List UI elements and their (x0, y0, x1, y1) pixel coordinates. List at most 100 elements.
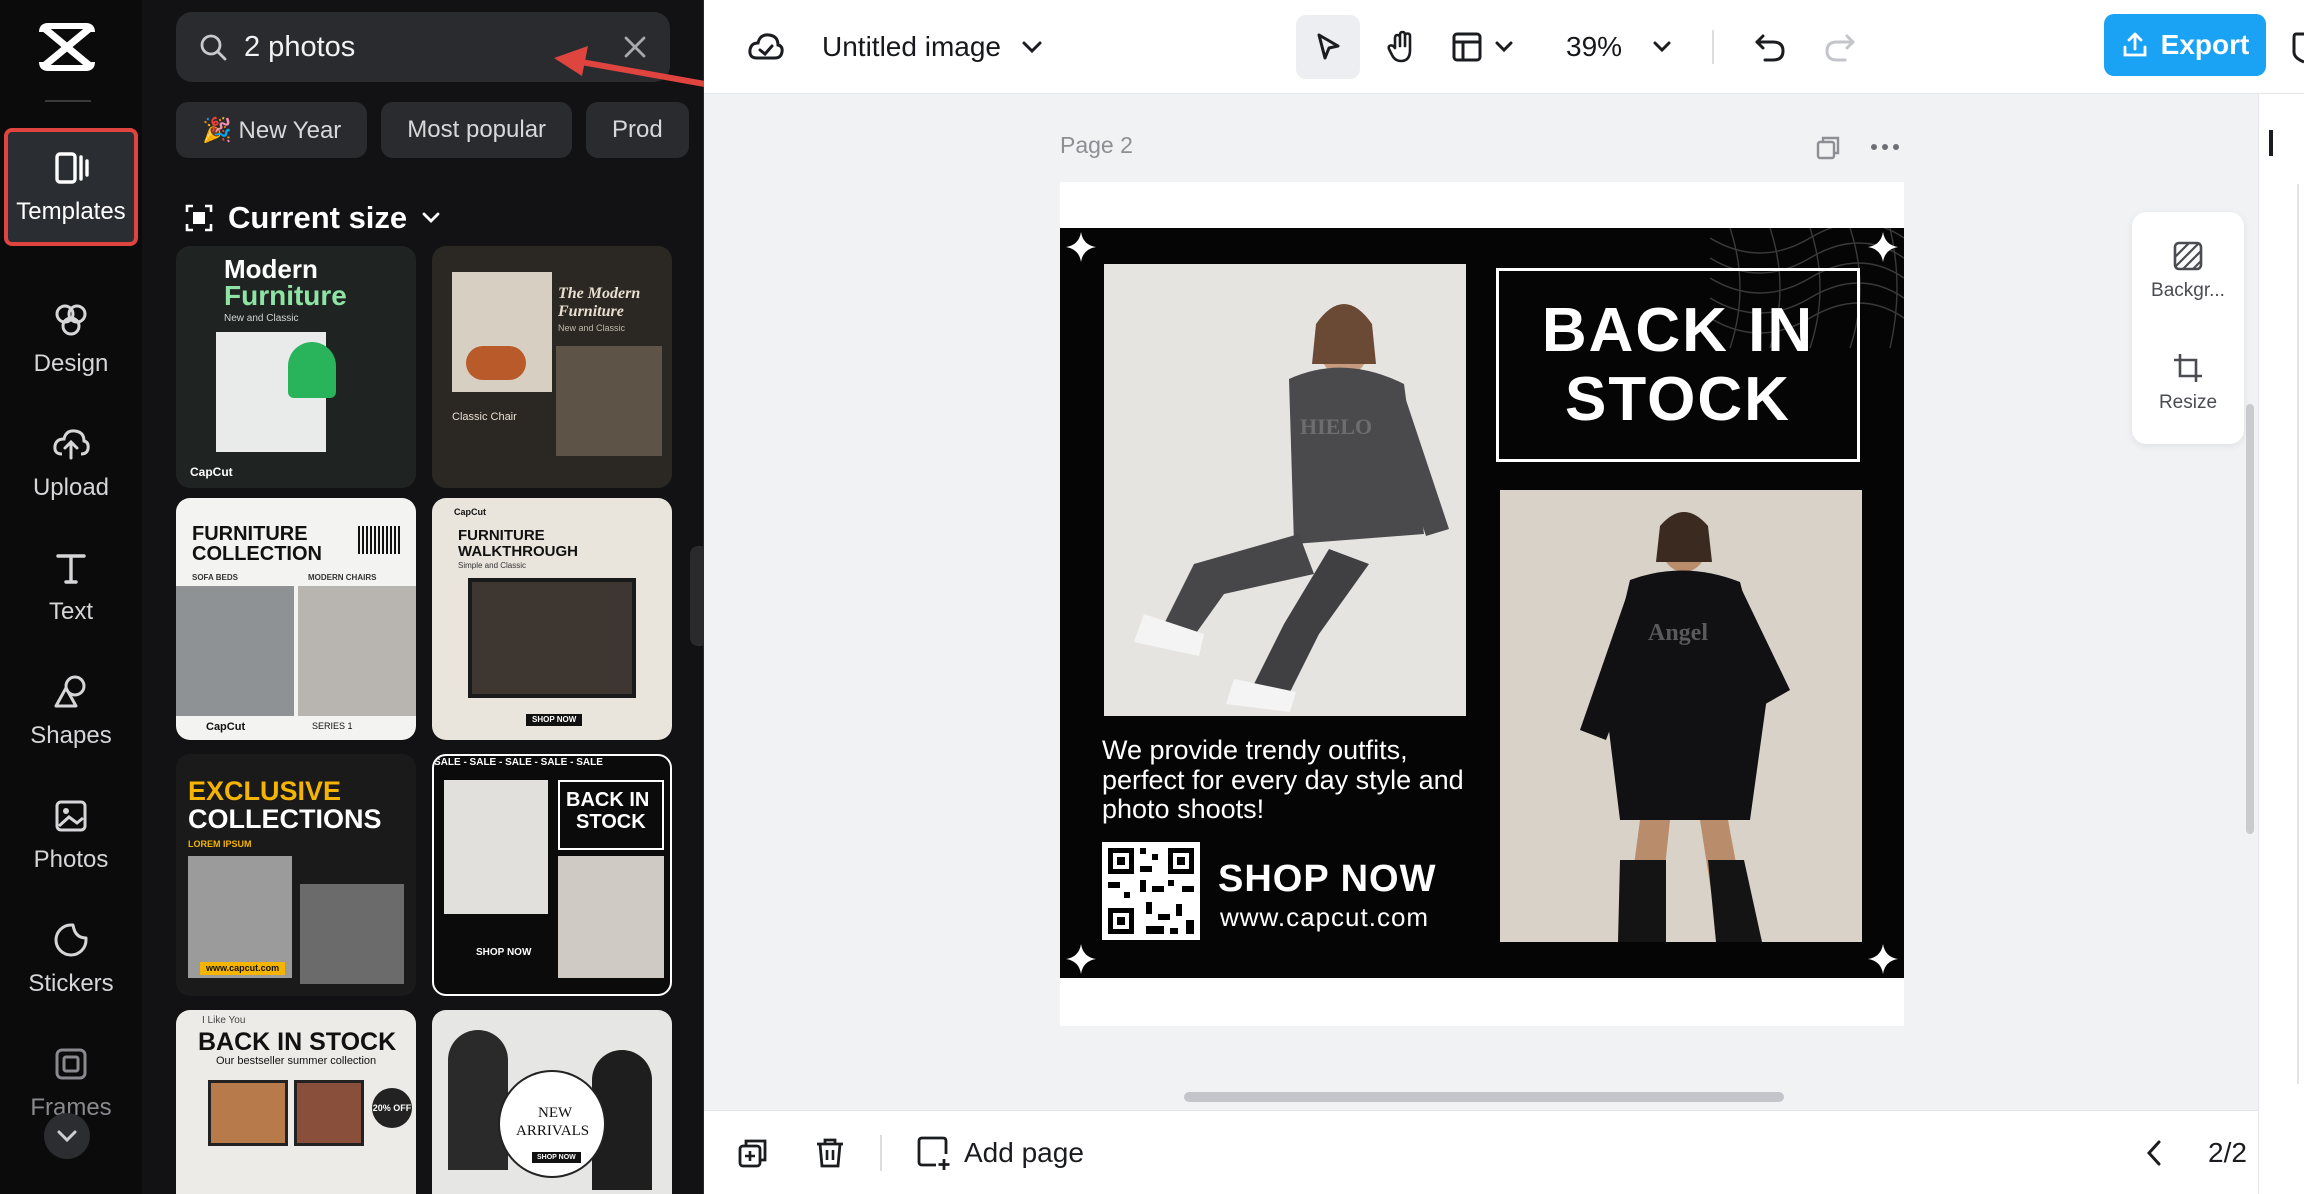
add-page-button[interactable]: Add page (916, 1111, 1084, 1194)
horizontal-scrollbar[interactable] (1184, 1092, 1784, 1102)
template-card[interactable]: FURNITURE COLLECTION SOFA BEDS MODERN CH… (176, 498, 416, 740)
poster-photo-1[interactable]: HIELO (1104, 264, 1466, 716)
chevron-down-icon (1495, 41, 1513, 53)
rail-label: Photos (33, 846, 109, 873)
shield-icon[interactable] (2292, 30, 2304, 64)
template-cta: SHOP NOW (476, 947, 532, 958)
rail-divider (45, 100, 91, 102)
template-photo (176, 586, 294, 716)
poster-design[interactable]: HIELO BACK IN STOCK Angel We provide tre… (1060, 228, 1904, 978)
stickers-icon (54, 923, 88, 957)
poster-photo-2[interactable]: Angel (1500, 490, 1862, 942)
rail-label: Shapes (30, 722, 112, 749)
poster-blurb[interactable]: We provide trendy outfits, perfect for e… (1102, 735, 1482, 825)
template-card[interactable]: EXCLUSIVE COLLECTIONS LOREM IPSUM www.ca… (176, 754, 416, 996)
resize-button[interactable]: Resize (2132, 328, 2244, 438)
template-card[interactable]: I Like You BACK IN STOCK Our bestseller … (176, 1010, 416, 1194)
chip-product[interactable]: Prod (586, 102, 689, 158)
template-cta: SHOP NOW (526, 714, 583, 726)
rail-item-upload[interactable]: Upload (4, 404, 138, 522)
qr-code-icon[interactable] (1102, 842, 1200, 940)
size-filter[interactable]: Current size (184, 200, 441, 236)
template-title: BACK IN (566, 789, 650, 811)
template-title: STOCK (576, 811, 646, 833)
rail-item-design[interactable]: Design (4, 280, 138, 398)
template-card[interactable]: NEW ARRIVALS SHOP NOW (432, 1010, 672, 1194)
template-card[interactable]: FURNITURE WALKTHROUGH Simple and Classic… (432, 498, 672, 740)
select-tool-button[interactable] (1296, 15, 1360, 79)
add-page-icon (917, 1136, 950, 1170)
hand-tool-button[interactable] (1370, 15, 1434, 79)
search-icon (200, 34, 227, 61)
design-icon (55, 304, 87, 336)
template-title: FURNITURE (458, 527, 545, 544)
template-card[interactable]: The Modern Furniture New and Classic Cla… (432, 246, 672, 488)
duplicate-page-icon[interactable] (1814, 134, 1842, 162)
template-title: Furniture (558, 303, 624, 320)
page-more-icon[interactable] (1870, 142, 1900, 152)
template-photo (448, 1030, 508, 1170)
add-page-label: Add page (964, 1137, 1084, 1168)
cloud-sync-icon[interactable] (746, 30, 786, 64)
rail-item-stickers[interactable]: Stickers (4, 900, 138, 1018)
template-caption: SOFA BEDS (192, 573, 238, 582)
panel-collapse-handle[interactable] (690, 546, 703, 646)
delete-icon[interactable] (814, 1136, 846, 1170)
document-title: Untitled image (822, 31, 1001, 62)
template-title: BACK IN STOCK (198, 1028, 397, 1056)
template-card[interactable]: Modern Furniture New and Classic CapCut (176, 246, 416, 488)
sparkle-icon (1066, 944, 1096, 974)
export-button[interactable]: Export (2104, 14, 2266, 76)
undo-button[interactable] (1738, 15, 1802, 79)
annotation-arrow-icon (554, 46, 719, 89)
chip-most-popular[interactable]: Most popular (381, 102, 573, 158)
template-brand: CapCut (454, 507, 486, 517)
sparkle-icon (1868, 232, 1898, 262)
background-button[interactable]: Backgr... (2132, 216, 2244, 326)
upload-icon (53, 429, 90, 460)
headline-box[interactable]: BACK IN STOCK (1496, 268, 1860, 462)
redo-button[interactable] (1808, 15, 1872, 79)
rail-item-photos[interactable]: Photos (4, 776, 138, 894)
sparkle-icon (1868, 944, 1898, 974)
poster-cta[interactable]: SHOP NOW (1218, 858, 1436, 901)
chip-new-year[interactable]: 🎉 New Year (176, 102, 368, 158)
undo-icon (1755, 34, 1785, 62)
left-rail: Templates Design Upload Text Shapes Phot… (0, 0, 142, 1194)
template-chair (466, 346, 526, 380)
right-panel-edge (2258, 94, 2304, 1194)
rail-label: Templates (16, 198, 126, 225)
page-sheet[interactable]: HIELO BACK IN STOCK Angel We provide tre… (1060, 182, 1904, 1026)
document-title-dropdown[interactable]: Untitled image (822, 0, 1043, 94)
template-badge: 20% OFF (372, 1088, 412, 1128)
zoom-dropdown[interactable]: 39% (1566, 0, 1672, 94)
layers-tab-edge[interactable] (2269, 130, 2273, 156)
template-brand: CapCut (190, 465, 233, 479)
layout-dropdown[interactable] (1450, 0, 1514, 94)
rail-more-button[interactable] (44, 1113, 90, 1159)
capcut-logo-icon[interactable] (38, 22, 96, 72)
template-photo (300, 884, 404, 984)
template-title: EXCLUSIVE (188, 776, 342, 806)
rail-item-shapes[interactable]: Shapes (4, 652, 138, 770)
poster-url[interactable]: www.capcut.com (1220, 902, 1429, 933)
duplicate-icon[interactable] (736, 1136, 770, 1170)
template-card[interactable]: SALE - SALE - SALE - SALE - SALE BACK IN… (432, 754, 672, 996)
template-title: Modern (224, 254, 318, 284)
size-filter-label: Current size (228, 200, 408, 235)
redo-icon (1825, 34, 1855, 62)
hand-icon (1387, 30, 1412, 63)
rail-item-text[interactable]: Text (4, 528, 138, 646)
resize-icon (2174, 354, 2202, 382)
template-title: WALKTHROUGH (458, 543, 578, 560)
background-icon (2173, 241, 2203, 271)
vertical-scrollbar[interactable] (2246, 404, 2254, 834)
template-photo (188, 856, 292, 978)
template-photo (444, 780, 548, 914)
rail-item-templates[interactable]: Templates (4, 128, 138, 246)
chevron-left-icon[interactable] (2144, 1138, 2164, 1168)
layout-icon (1452, 32, 1482, 62)
bottom-divider (880, 1135, 882, 1171)
template-subtitle: Simple and Classic (458, 561, 527, 570)
page-counter: 2/2 (2208, 1137, 2247, 1168)
